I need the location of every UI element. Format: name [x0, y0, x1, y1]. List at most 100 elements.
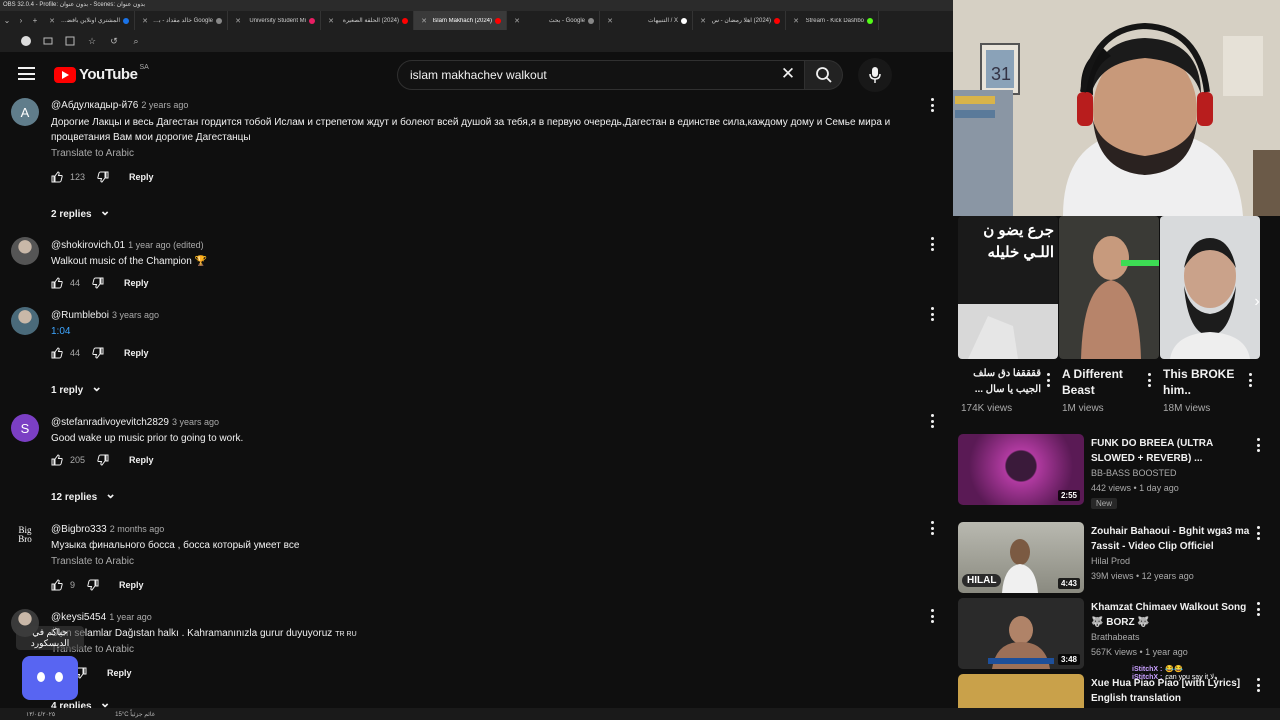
reply-button[interactable]: Reply: [124, 278, 149, 288]
translate-link[interactable]: Translate to Arabic: [51, 148, 134, 159]
comment-author[interactable]: @keysi5454: [51, 612, 106, 623]
short-thumbnail[interactable]: [1059, 216, 1159, 359]
dislike-button[interactable]: [97, 454, 109, 466]
video-channel[interactable]: Hilal Prod: [1091, 556, 1130, 566]
avatar[interactable]: S: [11, 414, 39, 442]
browser-tab[interactable]: ✕ University Student Mi: [228, 11, 321, 30]
tab-close-icon[interactable]: ✕: [419, 17, 429, 25]
video-title[interactable]: Khamzat Chimaev Walkout Song 🐺 BORZ 🐺: [1091, 600, 1251, 630]
comment-author[interactable]: @Абдулкадыр-й76: [51, 100, 138, 111]
comment-timestamp[interactable]: 3 years ago: [172, 417, 219, 427]
comment-text[interactable]: 1:04: [51, 324, 946, 339]
replies-toggle-button[interactable]: 12 replies ⌄: [51, 486, 116, 505]
tab-close-icon[interactable]: ✕: [512, 17, 522, 25]
comment-timestamp[interactable]: 2 years ago: [141, 100, 188, 110]
more-actions-icon[interactable]: [926, 98, 938, 112]
tab-close-icon[interactable]: ✕: [326, 17, 336, 25]
related-video[interactable]: 3:48 Khamzat Chimaev Walkout Song 🐺 BORZ …: [958, 598, 1276, 674]
new-tab-button[interactable]: +: [28, 16, 42, 25]
video-thumbnail[interactable]: HILAL 4:43: [958, 522, 1084, 593]
video-thumbnail[interactable]: Xue Hua Piao Piao: [958, 674, 1084, 708]
short-item[interactable]: جرع يضو ن اللـي خليله ققققفا دق سلف الجيب…: [958, 216, 1058, 414]
tab-close-icon[interactable]: ✕: [233, 17, 243, 25]
bookmark-star-icon[interactable]: ☆: [86, 35, 98, 47]
more-actions-icon[interactable]: [1254, 438, 1262, 452]
reply-button[interactable]: Reply: [129, 172, 154, 182]
dislike-button[interactable]: [92, 277, 104, 289]
zoom-icon[interactable]: ⌕: [130, 35, 142, 47]
reply-button[interactable]: Reply: [119, 580, 144, 590]
short-title[interactable]: A Different Beast: [1062, 366, 1142, 398]
like-button[interactable]: [51, 454, 63, 466]
replies-toggle-button[interactable]: 1 reply ⌄: [51, 379, 102, 398]
browser-tab[interactable]: ✕ (2024) Islam Makhach: [414, 11, 507, 30]
profile-icon[interactable]: [20, 35, 32, 47]
more-actions-icon[interactable]: [1145, 373, 1153, 387]
avatar[interactable]: [11, 237, 39, 265]
reply-button[interactable]: Reply: [107, 668, 132, 678]
comment-author[interactable]: @Bigbro333: [51, 524, 107, 535]
dislike-button[interactable]: [92, 347, 104, 359]
like-button[interactable]: [51, 277, 63, 289]
history-icon[interactable]: ↺: [108, 35, 120, 47]
short-thumbnail[interactable]: جرع يضو ن اللـي خليله: [958, 216, 1058, 359]
reply-button[interactable]: Reply: [129, 455, 154, 465]
dislike-button[interactable]: [87, 579, 99, 591]
tab-close-icon[interactable]: ✕: [698, 17, 708, 25]
short-title[interactable]: This BROKE him..: [1163, 366, 1243, 398]
like-button[interactable]: [51, 579, 63, 591]
avatar[interactable]: [11, 307, 39, 335]
more-actions-icon[interactable]: [926, 307, 938, 321]
browser-tab[interactable]: ✕ (2024) اهلا رمضان - س: [693, 11, 786, 30]
shorts-next-icon[interactable]: ›: [1247, 292, 1267, 312]
comment-timestamp[interactable]: 1 year ago: [109, 612, 152, 622]
video-title[interactable]: FUNK DO BREEA (ULTRA SLOWED + REVERB) ..…: [1091, 436, 1251, 466]
extensions-icon[interactable]: [42, 35, 54, 47]
more-actions-icon[interactable]: [1044, 373, 1052, 387]
voice-search-button[interactable]: [858, 58, 892, 92]
comment-author[interactable]: @stefanradivoyevitch2829: [51, 417, 169, 428]
short-item[interactable]: This BROKE him.. 18M views: [1160, 216, 1260, 414]
reply-button[interactable]: Reply: [124, 348, 149, 358]
search-input[interactable]: [410, 68, 770, 82]
avatar[interactable]: Big Bro: [11, 521, 39, 549]
more-actions-icon[interactable]: [1254, 602, 1262, 616]
comment-author[interactable]: @shokirovich.01: [51, 240, 125, 251]
more-actions-icon[interactable]: [926, 609, 938, 623]
tab-close-icon[interactable]: ✕: [605, 17, 615, 25]
video-channel[interactable]: BB-BASS BOOSTED: [1091, 468, 1177, 478]
more-actions-icon[interactable]: [926, 521, 938, 535]
clear-search-icon[interactable]: ✕: [779, 65, 797, 83]
tab-close-icon[interactable]: ✕: [47, 17, 57, 25]
tab-close-icon[interactable]: ✕: [791, 17, 801, 25]
related-video[interactable]: HILAL 4:43 Zouhair Bahaoui - Bghit wga3 ma…: [958, 522, 1276, 598]
browser-tab[interactable]: ✕ Stream - Kick Dashbo: [786, 11, 879, 30]
more-actions-icon[interactable]: [1246, 373, 1254, 387]
comment-timestamp[interactable]: 1 year ago (edited): [128, 240, 204, 250]
browser-tab[interactable]: ✕ X / التنبيهات: [600, 11, 693, 30]
sidebar-icon[interactable]: [64, 35, 76, 47]
tab-close-icon[interactable]: ✕: [140, 17, 150, 25]
related-video[interactable]: 2:55 FUNK DO BREEA (ULTRA SLOWED + REVERB…: [958, 434, 1276, 510]
video-thumbnail[interactable]: 3:48: [958, 598, 1084, 669]
more-actions-icon[interactable]: [926, 414, 938, 428]
translate-link[interactable]: Translate to Arabic: [51, 556, 134, 567]
short-title[interactable]: ققققفا دق سلف الجيب يا سال ...: [961, 366, 1041, 398]
comment-timestamp[interactable]: 3 years ago: [112, 310, 159, 320]
browser-tab[interactable]: ✕ Google - بحث: [507, 11, 600, 30]
comment-author[interactable]: @Rumbleboi: [51, 310, 109, 321]
like-button[interactable]: [51, 347, 63, 359]
video-thumbnail[interactable]: 2:55: [958, 434, 1084, 505]
avatar[interactable]: A: [11, 98, 39, 126]
menu-icon[interactable]: [18, 67, 35, 80]
video-title[interactable]: Zouhair Bahaoui - Bghit wga3 ma 7assit -…: [1091, 524, 1251, 554]
more-actions-icon[interactable]: [926, 237, 938, 251]
replies-toggle-button[interactable]: 2 replies ⌄: [51, 203, 111, 222]
more-actions-icon[interactable]: [1254, 526, 1262, 540]
browser-tab[interactable]: ✕ (2024) الحلقة الصغيرة: [321, 11, 414, 30]
short-item[interactable]: A Different Beast 1M views: [1059, 216, 1159, 414]
video-channel[interactable]: Brathabeats: [1091, 632, 1140, 642]
like-button[interactable]: [51, 171, 63, 183]
short-thumbnail[interactable]: [1160, 216, 1260, 359]
youtube-logo[interactable]: YouTube SA: [54, 64, 149, 83]
